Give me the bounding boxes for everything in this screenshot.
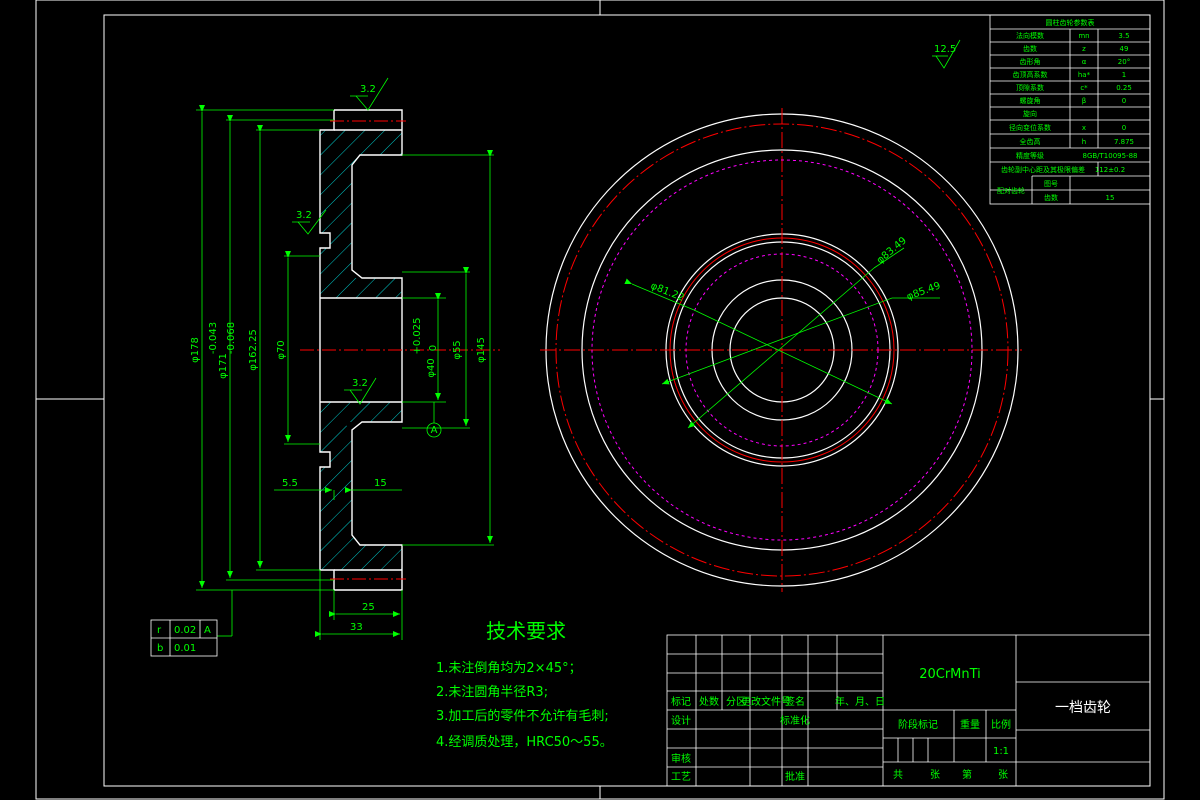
technical-requirements: 技术要求 1.未注倒角均为2×45°； 2.未注圆角半径R3; 3.加工后的零件…: [436, 619, 613, 750]
label-sheet-unit2: 张: [998, 769, 1008, 781]
label-review: 审核: [671, 752, 691, 765]
tol-row1-value: 0.02: [174, 625, 196, 636]
tol-row2-symbol: b: [157, 643, 163, 654]
label-stage-mark: 阶段标记: [898, 718, 938, 731]
rev-header-date: 年、月、日: [835, 695, 885, 708]
gp-r5-sym: β: [1082, 97, 1086, 105]
gp-r8-name: 全齿高: [1020, 137, 1041, 146]
gp-r4-sym: c*: [1080, 84, 1088, 92]
tech-req-title: 技术要求: [486, 619, 566, 643]
tol-row1-symbol: r: [157, 625, 162, 636]
label-standardization: 标准化: [780, 714, 810, 727]
section-view: 3.2 3.2 3.2 12.5 φ178 φ171 -0.043 -0.068…: [190, 39, 961, 640]
dim-d40: φ40: [426, 358, 437, 377]
gp-r1-val: 49: [1120, 45, 1129, 53]
gp-r6-name: 旋向: [1023, 109, 1037, 118]
gp-r2-name: 齿形角: [1020, 57, 1041, 66]
surface-symbol-lines: [292, 39, 961, 405]
gp-r0-sym: mn: [1078, 32, 1089, 40]
tech-req-item-4: 4.经调质处理，HRC50～55。: [436, 735, 613, 750]
roughness-bore: 3.2: [352, 378, 368, 389]
gp-r4-name: 顶隙系数: [1016, 83, 1044, 92]
gear-parameter-table: 圆柱齿轮参数表 法向模数 mn 3.5 齿数 z 49 齿形角 α 20° 齿顶…: [989, 14, 1151, 205]
dim-d145: φ145: [476, 337, 487, 363]
material: 20CrMnTi: [919, 667, 981, 682]
dim-d40-tol-upper: +0.025: [412, 317, 423, 354]
dim-d171-tol-lower: -0.068: [226, 322, 237, 354]
geometric-tolerance-frame: r 0.02 A b 0.01: [150, 619, 218, 657]
dim-d55: φ55: [452, 340, 463, 359]
tol-row2-value: 0.01: [174, 643, 196, 654]
gp-r12-sym: 齿数: [1044, 193, 1058, 202]
value-scale: 1:1: [993, 746, 1009, 757]
gp-r3-sym: ha*: [1078, 71, 1091, 79]
rev-header-sign: 签名: [785, 695, 805, 708]
gp-r0-val: 3.5: [1118, 32, 1129, 40]
gp-r10-val: 112±0.2: [1095, 166, 1125, 174]
dim-d178: φ178: [190, 337, 201, 363]
rev-header-count: 处数: [699, 695, 719, 708]
datum-a: A: [431, 425, 438, 436]
gp-r12-val: 15: [1106, 194, 1115, 202]
dim-25: 25: [362, 602, 375, 613]
label-sheets-total: 共: [893, 769, 903, 781]
gp-r1-name: 齿数: [1023, 44, 1037, 53]
gear-table-title: 圆柱齿轮参数表: [1046, 18, 1095, 27]
gp-r2-val: 20°: [1118, 58, 1130, 66]
gp-r3-name: 齿顶高系数: [1013, 70, 1048, 79]
gp-r11-sym: 图号: [1044, 180, 1058, 188]
dim-d85: φ85.49: [905, 280, 942, 302]
tech-req-item-1: 1.未注倒角均为2×45°；: [436, 661, 582, 676]
gp-r0-name: 法向模数: [1016, 31, 1044, 40]
label-design: 设计: [671, 714, 691, 727]
dim-d40-tol-lower: 0: [428, 345, 439, 351]
dim-33: 33: [350, 622, 363, 633]
gp-r3-val: 1: [1122, 71, 1126, 79]
label-approve: 批准: [785, 770, 805, 783]
dim-d171-tol-upper: -0.043: [208, 322, 219, 354]
gp-r5-val: 0: [1122, 97, 1126, 105]
label-weight: 重量: [960, 718, 980, 731]
gp-r1-sym: z: [1082, 45, 1086, 53]
tech-req-item-3: 3.加工后的零件不允许有毛刺;: [436, 708, 609, 724]
gp-r7-sym: x: [1082, 124, 1086, 132]
gp-r8-val: 7.875: [1114, 138, 1134, 146]
tol-row1-datum: A: [204, 625, 211, 636]
gp-r7-name: 径向变位系数: [1009, 123, 1051, 132]
gp-r5-name: 螺旋角: [1020, 96, 1041, 105]
roughness-global: 12.5: [934, 44, 956, 55]
tech-req-item-2: 2.未注圆角半径R3;: [436, 685, 548, 700]
label-scale: 比例: [991, 718, 1011, 731]
dim-d171: φ171: [218, 353, 229, 379]
gp-r4-val: 0.25: [1116, 84, 1132, 92]
gp-r10-name: 齿轮副中心距及其极限偏差: [1001, 165, 1085, 174]
dim-15: 15: [374, 478, 387, 489]
gp-r9-name: 精度等级: [1016, 151, 1044, 160]
label-process: 工艺: [671, 771, 691, 783]
dim-d83: φ83.49: [875, 235, 909, 266]
title-block: 20CrMnTi 一档齿轮 标记 处数 分区 更改文件号 签名 年、月、日 设计…: [666, 634, 1151, 787]
label-sheet-no: 第: [962, 768, 972, 781]
dim-d81: φ81.22: [649, 281, 686, 304]
label-sheet-unit: 张: [930, 769, 940, 781]
gp-r9-val: 8GB/T10095-88: [1082, 152, 1137, 160]
part-name: 一档齿轮: [1055, 700, 1111, 716]
dim-5-5: 5.5: [282, 478, 298, 489]
gp-r8-sym: h: [1082, 138, 1086, 146]
roughness-top: 3.2: [360, 84, 376, 95]
dim-d70: φ70: [276, 340, 287, 359]
dim-d162: φ162.25: [248, 329, 259, 371]
front-view: φ81.22 φ83.49 φ85.49: [540, 108, 1022, 592]
gp-r11-name: 配对齿轮: [997, 186, 1025, 195]
rev-header-mark: 标记: [671, 696, 691, 708]
cad-drawing-canvas: 3.2 3.2 3.2 12.5 φ178 φ171 -0.043 -0.068…: [35, 0, 1165, 800]
gp-r7-val: 0: [1122, 124, 1126, 132]
gp-r2-sym: α: [1082, 58, 1087, 66]
rev-header-docno: 更改文件号: [741, 695, 791, 708]
roughness-left: 3.2: [296, 210, 312, 221]
